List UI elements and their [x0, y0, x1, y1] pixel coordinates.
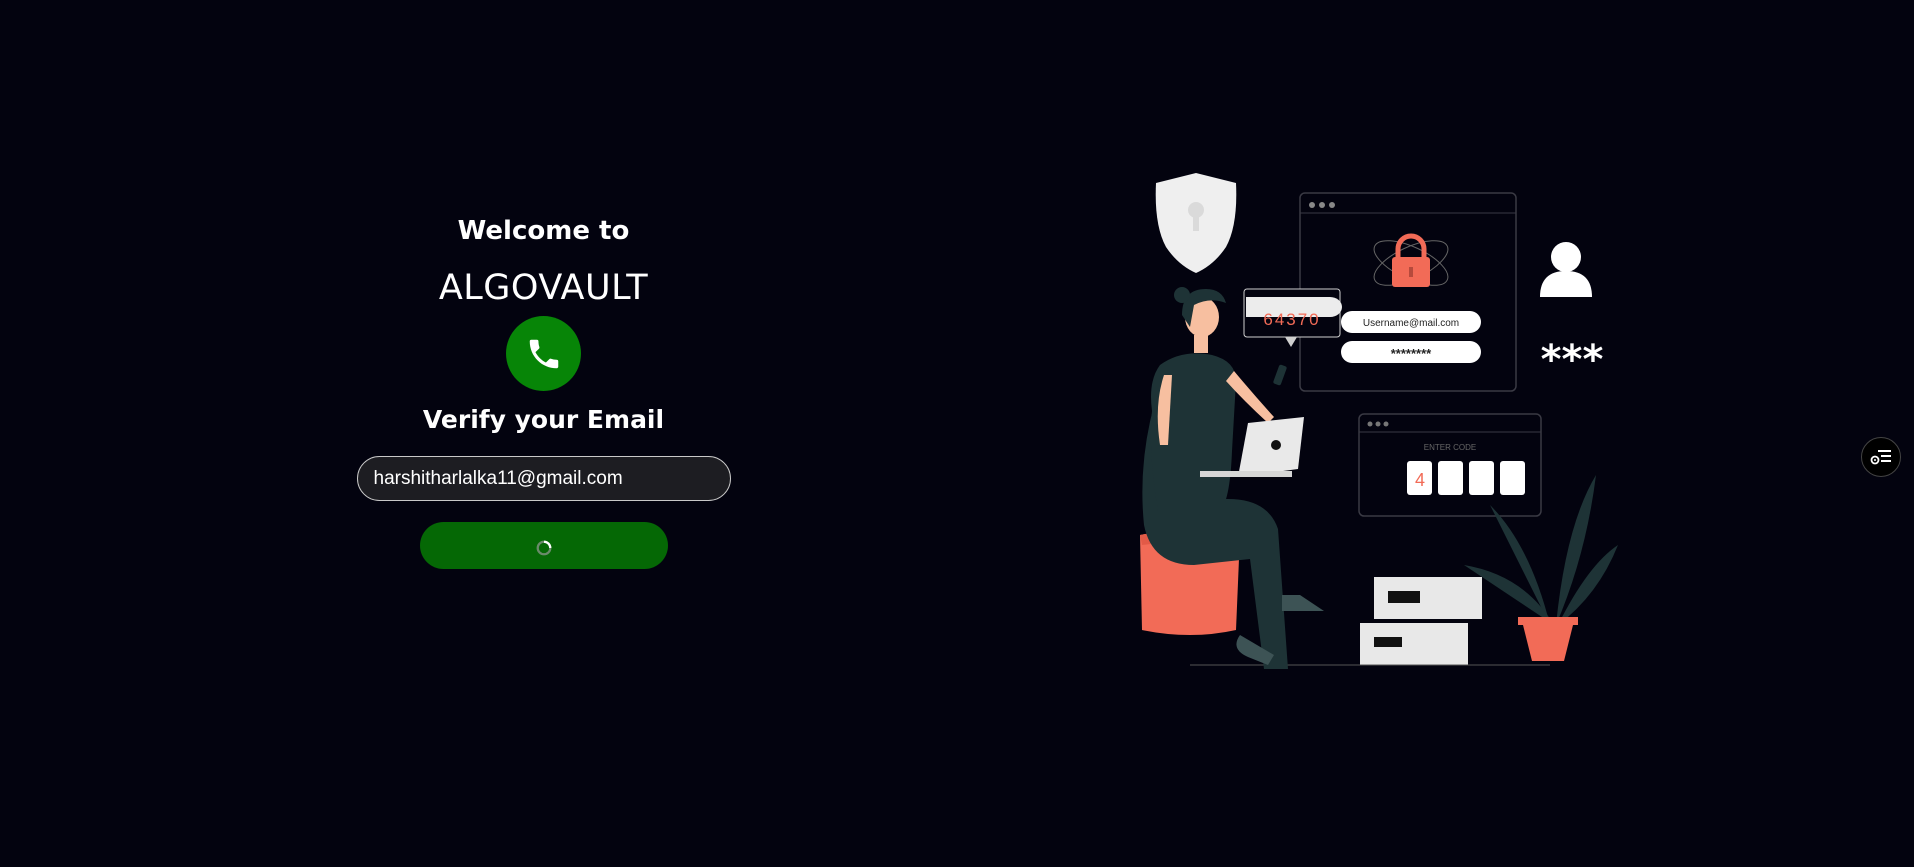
email-field[interactable] [356, 456, 731, 501]
loading-spinner-icon [536, 540, 551, 555]
submit-button[interactable] [419, 522, 668, 569]
code-digit-text: 4 [1415, 470, 1425, 490]
list-settings-glyph [1870, 450, 1891, 465]
welcome-heading: Welcome to [457, 216, 630, 246]
phone-glyph [529, 339, 558, 368]
brand-title: ALGOVAULT [438, 268, 649, 308]
masked-password-text: *** [1541, 337, 1604, 383]
enter-code-label: ENTER CODE [1424, 443, 1476, 452]
settings-list-icon[interactable] [1861, 437, 1901, 477]
verify-email-page: Welcome to ALGOVAULT Verify your Email h… [0, 0, 1914, 867]
password-field-text: ******** [1391, 346, 1432, 361]
username-field-text: Username@mail.com [1363, 318, 1459, 329]
user-icon [1540, 242, 1592, 297]
otp-code-text: 64370 [1263, 310, 1320, 329]
security-illustration: Username@mail.com ******** 64370 *** ENT… [1140, 173, 1618, 669]
verify-form-panel: Welcome to ALGOVAULT Verify your Email [355, 200, 732, 569]
phone-icon [506, 316, 581, 391]
verify-email-title: Verify your Email [422, 405, 665, 434]
enter-code-window: ENTER CODE 4 [1358, 413, 1542, 517]
